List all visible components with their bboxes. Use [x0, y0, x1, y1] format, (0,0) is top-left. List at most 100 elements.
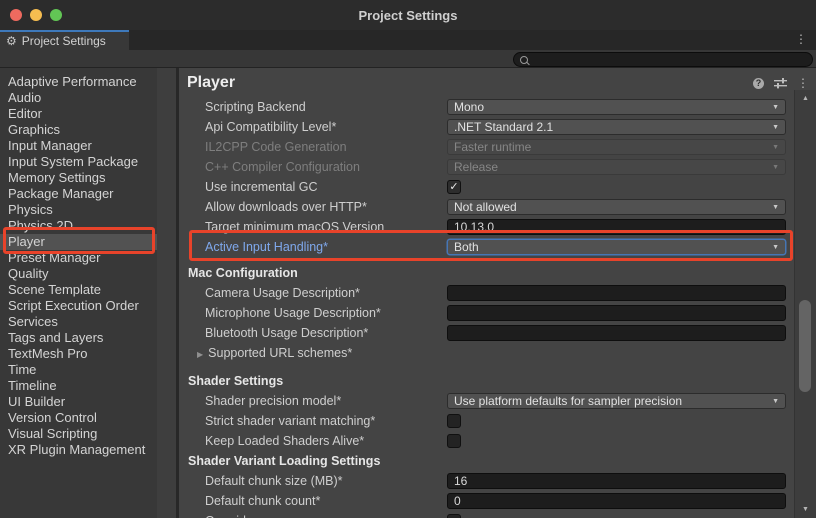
sidebar-item-quality[interactable]: Quality: [0, 266, 157, 282]
sidebar-item-tags-and-layers[interactable]: Tags and Layers: [0, 330, 157, 346]
section-header-mac-configuration: Mac Configuration: [179, 263, 794, 283]
dropdown-api-compatibility-level[interactable]: .NET Standard 2.1▼: [447, 119, 786, 135]
sidebar-item-memory-settings[interactable]: Memory Settings: [0, 170, 157, 186]
sidebar-item-timeline[interactable]: Timeline: [0, 378, 157, 394]
gear-icon: ⚙: [6, 35, 17, 47]
checkbox-strict-shader-variant-matching[interactable]: [447, 414, 461, 428]
tab-project-settings[interactable]: ⚙ Project Settings: [0, 30, 129, 50]
setting-control-cell: [447, 285, 786, 301]
scroll-down-icon[interactable]: ▼: [795, 506, 816, 513]
close-window-button[interactable]: [10, 9, 22, 21]
section-header-shader-variant-loading-settings: Shader Variant Loading Settings: [179, 451, 794, 471]
sidebar-item-ui-builder[interactable]: UI Builder: [0, 394, 157, 410]
dropdown-value: Both: [454, 240, 479, 254]
sidebar-item-editor[interactable]: Editor: [0, 106, 157, 122]
scrollbar[interactable]: ▲ ▼: [794, 90, 816, 518]
sidebar-item-player[interactable]: Player: [0, 234, 157, 250]
sidebar-item-textmesh-pro[interactable]: TextMesh Pro: [0, 346, 157, 362]
dropdown-arrow-icon: ▼: [766, 204, 779, 211]
dropdown-scripting-backend[interactable]: Mono▼: [447, 99, 786, 115]
tab-bar: ⚙ Project Settings ⋮: [0, 30, 816, 50]
sidebar-item-visual-scripting[interactable]: Visual Scripting: [0, 426, 157, 442]
setting-label-bluetooth-usage-description: Bluetooth Usage Description*: [179, 326, 447, 340]
setting-control-cell: ✓: [447, 180, 786, 194]
sidebar-item-physics[interactable]: Physics: [0, 202, 157, 218]
dropdown-c-compiler-configuration: Release▼: [447, 159, 786, 175]
sidebar-item-xr-plugin-management[interactable]: XR Plugin Management: [0, 442, 157, 458]
setting-row-supported-url-schemes: ▶Supported URL schemes*: [179, 343, 794, 363]
minimize-window-button[interactable]: [30, 9, 42, 21]
textfield-target-minimum-macos-version[interactable]: 10.13.0: [447, 219, 786, 235]
scroll-up-icon[interactable]: ▲: [795, 95, 816, 102]
textfield-bluetooth-usage-description[interactable]: [447, 325, 786, 341]
search-box[interactable]: [513, 52, 813, 67]
sidebar-list: Adaptive PerformanceAudioEditorGraphicsI…: [0, 74, 157, 458]
traffic-lights: [10, 9, 62, 21]
textfield-camera-usage-description[interactable]: [447, 285, 786, 301]
tab-kebab-menu-icon[interactable]: ⋮: [795, 33, 807, 45]
setting-row-scripting-backend: Scripting BackendMono▼: [179, 97, 794, 117]
sidebar-item-input-system-package[interactable]: Input System Package: [0, 154, 157, 170]
kebab-menu-icon[interactable]: ⋮: [797, 77, 809, 89]
setting-label-supported-url-schemes: ▶Supported URL schemes*: [179, 346, 447, 360]
sidebar-item-input-manager[interactable]: Input Manager: [0, 138, 157, 154]
sidebar-item-package-manager[interactable]: Package Manager: [0, 186, 157, 202]
dropdown-il2cpp-code-generation: Faster runtime▼: [447, 139, 786, 155]
setting-control-cell: [447, 514, 786, 518]
dropdown-shader-precision-model[interactable]: Use platform defaults for sampler precis…: [447, 393, 786, 409]
textfield-default-chunk-size-mb[interactable]: 16: [447, 473, 786, 489]
sidebar-item-physics-2d[interactable]: Physics 2D: [0, 218, 157, 234]
search-input[interactable]: [528, 54, 812, 66]
setting-row-bluetooth-usage-description: Bluetooth Usage Description*: [179, 323, 794, 343]
sidebar-item-script-execution-order[interactable]: Script Execution Order: [0, 298, 157, 314]
foldout-arrow-icon[interactable]: ▶: [197, 350, 203, 359]
dropdown-allow-downloads-over-http[interactable]: Not allowed ▼: [447, 199, 786, 215]
checkbox-override[interactable]: [447, 514, 461, 518]
textfield-default-chunk-count[interactable]: 0: [447, 493, 786, 509]
dropdown-arrow-icon: ▼: [766, 398, 779, 405]
sidebar-item-audio[interactable]: Audio: [0, 90, 157, 106]
sidebar-item-graphics[interactable]: Graphics: [0, 122, 157, 138]
setting-label-default-chunk-size-mb: Default chunk size (MB)*: [179, 474, 447, 488]
settings-rows: Scripting BackendMono▼Api Compatibility …: [179, 97, 794, 518]
sidebar-item-preset-manager[interactable]: Preset Manager: [0, 250, 157, 266]
textfield-microphone-usage-description[interactable]: [447, 305, 786, 321]
setting-row-target-minimum-macos-version: Target minimum macOS Version10.13.0: [179, 217, 794, 237]
sidebar-item-adaptive-performance[interactable]: Adaptive Performance: [0, 74, 157, 90]
sidebar-item-time[interactable]: Time: [0, 362, 157, 378]
checkbox-use-incremental-gc[interactable]: ✓: [447, 180, 461, 194]
setting-control-cell: [447, 325, 786, 341]
dropdown-arrow-icon: ▼: [766, 104, 779, 111]
zoom-window-button[interactable]: [50, 9, 62, 21]
preset-sliders-icon[interactable]: [774, 77, 787, 89]
setting-label-default-chunk-count: Default chunk count*: [179, 494, 447, 508]
setting-control-cell: 16: [447, 473, 786, 489]
setting-label-c-compiler-configuration: C++ Compiler Configuration: [179, 160, 447, 174]
setting-row-camera-usage-description: Camera Usage Description*: [179, 283, 794, 303]
dropdown-active-input-handling[interactable]: Both ▼: [447, 239, 786, 255]
setting-row-c-compiler-configuration: C++ Compiler ConfigurationRelease▼: [179, 157, 794, 177]
checkbox-keep-loaded-shaders-alive[interactable]: [447, 434, 461, 448]
scrollbar-thumb[interactable]: [799, 300, 811, 392]
setting-label-active-input-handling: Active Input Handling*: [179, 240, 447, 254]
setting-label-shader-precision-model: Shader precision model*: [179, 394, 447, 408]
sidebar-item-version-control[interactable]: Version Control: [0, 410, 157, 426]
title-bar: Project Settings: [0, 0, 816, 31]
setting-control-cell: [447, 434, 786, 448]
setting-row-keep-loaded-shaders-alive: Keep Loaded Shaders Alive*: [179, 431, 794, 451]
setting-label-camera-usage-description: Camera Usage Description*: [179, 286, 447, 300]
help-icon[interactable]: ?: [753, 78, 764, 89]
setting-row-strict-shader-variant-matching: Strict shader variant matching*: [179, 411, 794, 431]
sidebar-item-services[interactable]: Services: [0, 314, 157, 330]
setting-row-shader-precision-model: Shader precision model*Use platform defa…: [179, 391, 794, 411]
main-panel: Player Scripting BackendMono▼Api Compati…: [179, 68, 794, 518]
setting-row-api-compatibility-level: Api Compatibility Level*.NET Standard 2.…: [179, 117, 794, 137]
dropdown-arrow-icon: ▼: [766, 244, 779, 251]
setting-control-cell: Both ▼: [447, 239, 786, 255]
sidebar-item-scene-template[interactable]: Scene Template: [0, 282, 157, 298]
dropdown-arrow-icon: ▼: [766, 164, 779, 171]
dropdown-value: .NET Standard 2.1: [454, 120, 553, 134]
setting-control-cell: 10.13.0: [447, 219, 786, 235]
setting-row-allow-downloads-over-http: Allow downloads over HTTP*Not allowed▼: [179, 197, 794, 217]
dropdown-value: Not allowed: [454, 200, 517, 214]
